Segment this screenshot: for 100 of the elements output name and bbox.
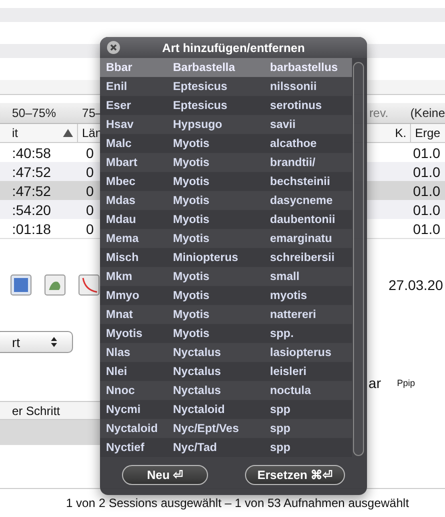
genus-cell-text: Myotis <box>173 156 210 168</box>
species-row[interactable]: Misch Miniopterus schreibersii <box>100 248 352 267</box>
genus-cell-text: Barbastella <box>173 62 236 74</box>
species-cell: daubentonii <box>270 214 336 226</box>
code-cell-text: Mema <box>105 232 140 244</box>
species-row[interactable]: Malc Myotis alcathoe <box>100 134 352 153</box>
genus-cell-text: Nyctaloid <box>173 404 226 416</box>
comment-value: Ppip <box>396 378 415 390</box>
species-row[interactable]: Enil Eptesicus nilssonii <box>100 77 352 96</box>
species-row[interactable]: Hsav Hypsugo savii <box>100 115 352 134</box>
length-cell-text: 0 <box>85 202 95 218</box>
code-cell-text: Mbart <box>105 156 138 168</box>
species-cell: savii <box>270 118 296 130</box>
code-cell-text: Eser <box>105 100 132 112</box>
result-cell-text: 01.0 <box>413 220 442 236</box>
filter-label[interactable]: (Keine <box>410 106 445 120</box>
length-cell-text: 0 <box>85 144 95 160</box>
species-row[interactable]: Bbar Barbastella barbastellus <box>100 58 352 77</box>
genus-cell-text: Nyctalus <box>173 366 222 378</box>
species-row[interactable]: Mbart Myotis brandtii/ <box>100 153 352 172</box>
column-header[interactable]: Erge <box>411 124 445 142</box>
date-text: 27.03.20 <box>388 277 443 293</box>
species-cell: small <box>270 270 300 282</box>
genus-cell-text: Myotis <box>173 328 210 340</box>
code-cell-text: Nlas <box>105 346 132 358</box>
time-cell-text: :40:58 <box>11 144 52 160</box>
species-row[interactable]: Mmyo Myotis myotis <box>100 286 352 305</box>
panel-button[interactable]: Ersetzen ⌘⏎ <box>245 465 345 485</box>
result-cell-text: 01.0 <box>413 164 442 180</box>
species-row[interactable]: Eser Eptesicus serotinus <box>100 96 352 115</box>
time-cell-text: :47:52 <box>11 164 52 180</box>
code-cell-text: Misch <box>105 252 140 264</box>
time-cell-text: :01:18 <box>11 220 52 236</box>
genus-cell-text: Myotis <box>173 308 210 320</box>
species-row[interactable]: Nyctief Nyc/Tad spp <box>100 438 352 457</box>
panel-title: Art hinzufügen/entfernen <box>162 40 305 54</box>
frog-icon[interactable] <box>44 274 66 296</box>
species-cell: spp <box>270 404 290 416</box>
species-cell: alcathoe <box>270 138 317 150</box>
popup-button[interactable]: rt <box>0 331 73 353</box>
genus-cell-text: Myotis <box>173 232 210 244</box>
comment-label: ar <box>368 375 381 391</box>
code-cell-text: Nnoc <box>105 384 136 396</box>
species-row[interactable]: Nycmi Nyctaloid spp <box>100 400 352 419</box>
filter-label[interactable]: rev. <box>369 106 388 120</box>
species-cell: brandtii/ <box>270 156 316 168</box>
species-cell: bechsteinii <box>270 176 330 188</box>
status-text: 1 von 2 Sessions ausgewählt – 1 von 53 Aufnahmen ausgewählt <box>65 495 410 510</box>
species-row[interactable]: Nlas Nyctalus lasiopterus <box>100 343 352 362</box>
genus-cell-text: Miniopterus <box>173 252 240 264</box>
species-row[interactable]: Nlei Nyctalus leisleri <box>100 362 352 381</box>
genus-cell-text: Myotis <box>173 194 210 206</box>
species-cell: dasycneme <box>270 194 333 206</box>
code-cell-text: Nlei <box>105 366 128 378</box>
species-cell: lasiopterus <box>270 346 332 358</box>
species-row[interactable]: Nyctaloid Nyc/Ept/Ves spp <box>100 419 352 438</box>
code-cell-text: Nyctief <box>105 442 146 454</box>
species-row[interactable]: Mdas Myotis dasycneme <box>100 191 352 210</box>
species-cell: spp. <box>270 328 294 340</box>
code-cell-text: Enil <box>105 80 128 92</box>
genus-cell-text: Eptesicus <box>173 80 228 92</box>
code-cell-text: Mkm <box>105 270 134 282</box>
code-cell-text: Mdas <box>105 194 136 206</box>
species-cell: nilssonii <box>270 80 317 92</box>
close-icon[interactable] <box>107 41 120 54</box>
range-label[interactable]: 50–75% <box>12 106 56 120</box>
time-cell-text: :54:20 <box>11 202 52 218</box>
finder-icon[interactable] <box>10 274 32 296</box>
curve-icon[interactable] <box>78 274 100 296</box>
species-row[interactable]: Mdau Myotis daubentonii <box>100 210 352 229</box>
species-row[interactable]: Mnat Myotis nattereri <box>100 305 352 324</box>
species-cell: nattereri <box>270 308 316 320</box>
code-cell-text: Mmyo <box>105 290 140 302</box>
species-cell: spp <box>270 422 290 434</box>
column-header[interactable]: it <box>0 124 78 142</box>
result-cell-text: 01.0 <box>413 144 442 160</box>
species-row[interactable]: Myotis Myotis spp. <box>100 324 352 343</box>
code-cell-text: Mnat <box>105 308 134 320</box>
code-cell-text: Mdau <box>105 214 138 226</box>
genus-cell-text: Nyc/Ept/Ves <box>173 422 240 434</box>
species-cell: barbastellus <box>270 62 338 74</box>
species-row[interactable]: Mkm Myotis small <box>100 267 352 286</box>
genus-cell-text: Myotis <box>173 270 210 282</box>
length-cell-text: 0 <box>85 164 95 180</box>
panel-button[interactable]: Neu ⏎ <box>122 465 208 485</box>
genus-cell-text: Myotis <box>173 214 210 226</box>
stepper-icon <box>50 336 58 348</box>
species-row[interactable]: Nnoc Nyctalus noctula <box>100 381 352 400</box>
result-cell-text: 01.0 <box>413 182 442 198</box>
species-row[interactable]: Mema Myotis emarginatu <box>100 229 352 248</box>
species-row[interactable]: Mbec Myotis bechsteinii <box>100 172 352 191</box>
genus-cell-text: Myotis <box>173 176 210 188</box>
code-cell-text: Nycmi <box>105 404 142 416</box>
genus-cell-text: Nyctalus <box>173 346 222 358</box>
column-header[interactable]: K. <box>393 124 411 142</box>
genus-cell-text: Myotis <box>173 290 210 302</box>
column-label: er Schritt <box>12 404 60 418</box>
species-cell: emarginatu <box>270 232 332 244</box>
species-cell: noctula <box>270 384 311 396</box>
genus-cell-text: Hypsugo <box>173 118 224 130</box>
